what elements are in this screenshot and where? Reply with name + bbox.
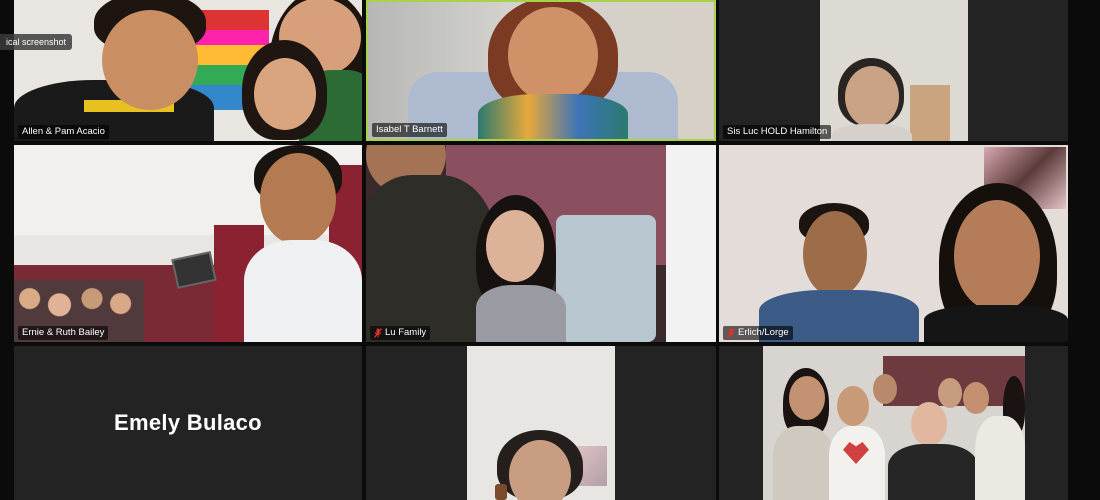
participant-tile-isabel[interactable]: Isabel T Barnett <box>366 0 716 141</box>
participant-name-label: Sis Luc HOLD Hamilton <box>723 125 832 139</box>
participant-tile-9[interactable] <box>719 346 1068 500</box>
video-feed <box>14 145 362 342</box>
video-feed <box>14 0 362 141</box>
participant-tile-sis-luc[interactable]: Sis Luc HOLD Hamilton <box>719 0 1068 141</box>
video-feed <box>467 346 615 500</box>
participant-tile-ernie-ruth[interactable]: Ernie & Ruth Bailey <box>14 145 362 342</box>
participant-name-label: Isabel T Barnett <box>372 123 447 137</box>
video-feed <box>763 346 1025 500</box>
participant-name-label: Ernie & Ruth Bailey <box>18 326 109 340</box>
video-feed <box>366 145 716 342</box>
participant-display-name: Emely Bulaco <box>114 410 262 435</box>
participant-name-label: Erlich/Lorge <box>723 326 793 340</box>
microphone-off-icon <box>374 327 382 338</box>
participant-name-label: Lu Family <box>370 326 431 340</box>
video-gallery: Allen & Pam Acacio ical screenshot Isabe… <box>0 0 1100 500</box>
video-feed <box>719 145 1068 342</box>
video-feed <box>820 0 968 141</box>
participant-tile-8[interactable] <box>366 346 716 500</box>
participant-tile-allen-pam[interactable]: Allen & Pam Acacio <box>14 0 362 141</box>
participant-name-label: Allen & Pam Acacio <box>18 125 109 139</box>
participant-tile-lu-family[interactable]: Lu Family <box>366 145 716 342</box>
microphone-off-icon <box>727 327 735 338</box>
participant-tile-erlich-lorge[interactable]: Erlich/Lorge <box>719 145 1068 342</box>
screenshot-tooltip: ical screenshot <box>0 34 73 50</box>
video-feed <box>368 2 714 139</box>
participant-tile-emely-bulaco[interactable]: Emely Bulaco <box>14 346 362 500</box>
